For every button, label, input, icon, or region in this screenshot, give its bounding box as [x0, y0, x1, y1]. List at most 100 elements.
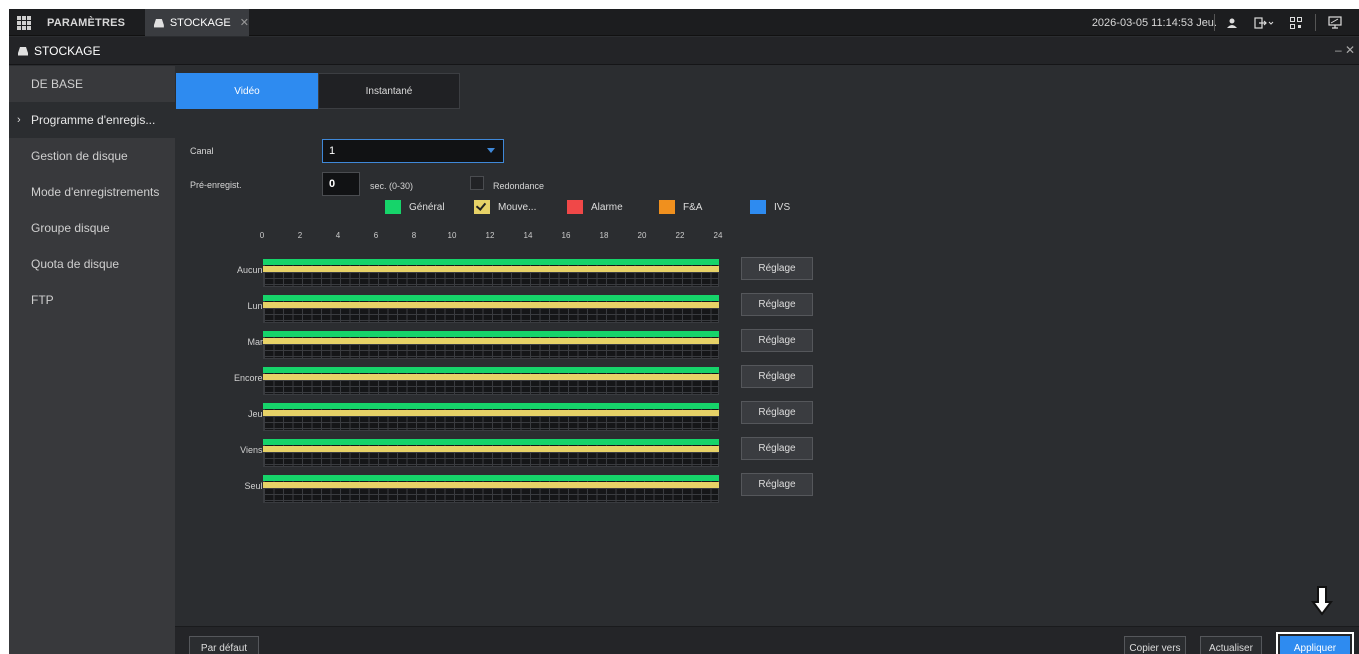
- settings-button[interactable]: Réglage: [741, 401, 813, 424]
- hour-tick-label: 10: [447, 231, 457, 240]
- hour-tick-label: 16: [561, 231, 571, 240]
- day-label: Encore.: [233, 373, 265, 383]
- general-schedule-bar: [263, 367, 719, 373]
- legend-fa[interactable]: F&A: [659, 200, 702, 214]
- schedule-row: Mar. Réglage: [175, 329, 875, 367]
- sidebar-item-quota-disque[interactable]: Quota de disque: [9, 246, 175, 282]
- general-schedule-bar: [263, 403, 719, 409]
- main-panel: Vidéo Instantané Canal 1 Pré-enregist. 0…: [175, 66, 1359, 654]
- storage-icon: [18, 46, 28, 55]
- settings-button[interactable]: Réglage: [741, 293, 813, 316]
- day-label: Aucun.: [236, 265, 265, 275]
- fa-swatch: [659, 200, 675, 214]
- hour-tick-label: 6: [373, 231, 379, 240]
- sidebar-item-label: Mode d'enregistrements: [31, 185, 160, 199]
- down-arrow-icon: [1311, 586, 1333, 616]
- general-schedule-bar: [263, 259, 719, 265]
- default-button[interactable]: Par défaut: [189, 636, 259, 654]
- legend-ivs[interactable]: IVS: [750, 200, 790, 214]
- page-title-bar: STOCKAGE: [9, 37, 1359, 65]
- hour-tick-label: 18: [599, 231, 609, 240]
- sidebar-item-label: DE BASE: [31, 77, 84, 91]
- tab-instantane[interactable]: Instantané: [318, 73, 460, 109]
- page-title: STOCKAGE: [34, 43, 101, 58]
- channel-value: 1: [329, 145, 336, 157]
- schedule-row: Aucun. Réglage: [175, 257, 875, 295]
- settings-button[interactable]: Réglage: [741, 329, 813, 352]
- prerecord-input[interactable]: 0: [322, 172, 360, 196]
- motion-schedule-bar: [263, 482, 719, 488]
- schedule-row: Lun. Réglage: [175, 293, 875, 331]
- monitor-icon[interactable]: [1323, 9, 1347, 36]
- sidebar-item-ftp[interactable]: FTP: [9, 282, 175, 318]
- top-bar: PARAMÈTRES STOCKAGE ✕ 2026-03-05 11:14:5…: [9, 9, 1359, 36]
- sidebar-item-label: Groupe disque: [31, 221, 110, 235]
- sidebar-item-groupe-disque[interactable]: Groupe disque: [9, 210, 175, 246]
- settings-button[interactable]: Réglage: [741, 257, 813, 280]
- chevron-right-icon: ›: [17, 114, 21, 126]
- settings-button[interactable]: Réglage: [741, 437, 813, 460]
- tab-parametres[interactable]: PARAMÈTRES: [35, 9, 143, 36]
- legend-label: F&A: [683, 201, 703, 213]
- settings-button[interactable]: Réglage: [741, 473, 813, 496]
- alarm-swatch: [567, 200, 583, 214]
- footer-bar: Par défaut Copier vers Actualiser Appliq…: [175, 626, 1359, 654]
- legend-motion[interactable]: Mouve...: [474, 200, 536, 214]
- sidebar: DE BASE › Programme d'enregis... Gestion …: [9, 66, 175, 654]
- tab-stockage[interactable]: STOCKAGE ✕: [145, 9, 249, 36]
- channel-label: Canal: [190, 146, 214, 156]
- window-controls[interactable]: – ✕: [1335, 43, 1355, 57]
- schedule-row: Viens. Réglage: [175, 437, 875, 475]
- legend-alarm[interactable]: Alarme: [567, 200, 623, 214]
- legend-general[interactable]: Général: [385, 200, 445, 214]
- motion-swatch-checked: [474, 200, 490, 214]
- hour-tick-label: 22: [675, 231, 685, 240]
- legend-label: Général: [409, 201, 445, 213]
- qr-code-icon[interactable]: [1286, 9, 1306, 36]
- datetime-display: 2026-03-05 11:14:53 Jeu.: [1091, 16, 1217, 29]
- legend-label: IVS: [774, 201, 791, 213]
- hour-tick-label: 0: [259, 231, 265, 240]
- storage-icon: [153, 18, 164, 27]
- logout-icon[interactable]: [1249, 9, 1279, 36]
- apply-button[interactable]: Appliquer: [1276, 632, 1354, 654]
- tab-parametres-label: PARAMÈTRES: [47, 16, 126, 29]
- motion-schedule-bar: [263, 266, 719, 272]
- general-schedule-bar: [263, 475, 719, 481]
- hour-tick-label: 4: [335, 231, 341, 240]
- channel-select[interactable]: 1: [322, 139, 504, 163]
- copy-to-button[interactable]: Copier vers: [1124, 636, 1186, 654]
- sidebar-item-gestion-disque[interactable]: Gestion de disque: [9, 138, 175, 174]
- apps-grid-icon[interactable]: [16, 9, 32, 36]
- hour-scale: 0 2 4 6 8 10 12 14 16 18 20 22 24: [259, 231, 732, 245]
- settings-button[interactable]: Réglage: [741, 365, 813, 388]
- close-tab-icon[interactable]: ✕: [240, 16, 249, 29]
- day-label: Seul.: [244, 481, 265, 491]
- tab-video[interactable]: Vidéo: [176, 73, 318, 109]
- refresh-button[interactable]: Actualiser: [1200, 636, 1262, 654]
- hour-tick-label: 14: [523, 231, 533, 240]
- legend-label: Mouve...: [498, 201, 537, 213]
- schedule-row: Seul. Réglage: [175, 473, 875, 511]
- sidebar-item-programme[interactable]: › Programme d'enregis...: [9, 102, 175, 138]
- sidebar-item-mode-enregistrements[interactable]: Mode d'enregistrements: [9, 174, 175, 210]
- sidebar-item-label: FTP: [31, 293, 54, 307]
- motion-schedule-bar: [263, 338, 719, 344]
- sidebar-item-label: Quota de disque: [31, 257, 120, 271]
- sidebar-item-label: Gestion de disque: [31, 149, 128, 163]
- schedule-row: Encore. Réglage: [175, 365, 875, 403]
- legend-label: Alarme: [591, 201, 623, 213]
- motion-schedule-bar: [263, 302, 719, 308]
- motion-schedule-bar: [263, 374, 719, 380]
- schedule-row: Jeu. Réglage: [175, 401, 875, 439]
- redundancy-checkbox[interactable]: [470, 176, 484, 190]
- general-schedule-bar: [263, 331, 719, 337]
- motion-schedule-bar: [263, 446, 719, 452]
- user-icon[interactable]: [1222, 9, 1242, 36]
- general-schedule-bar: [263, 295, 719, 301]
- ivs-swatch: [750, 200, 766, 214]
- day-label: Viens.: [240, 445, 265, 455]
- prerecord-unit: sec. (0-30): [370, 181, 414, 191]
- sidebar-item-de-base[interactable]: DE BASE: [9, 66, 175, 102]
- prerecord-label: Pré-enregist.: [190, 180, 242, 190]
